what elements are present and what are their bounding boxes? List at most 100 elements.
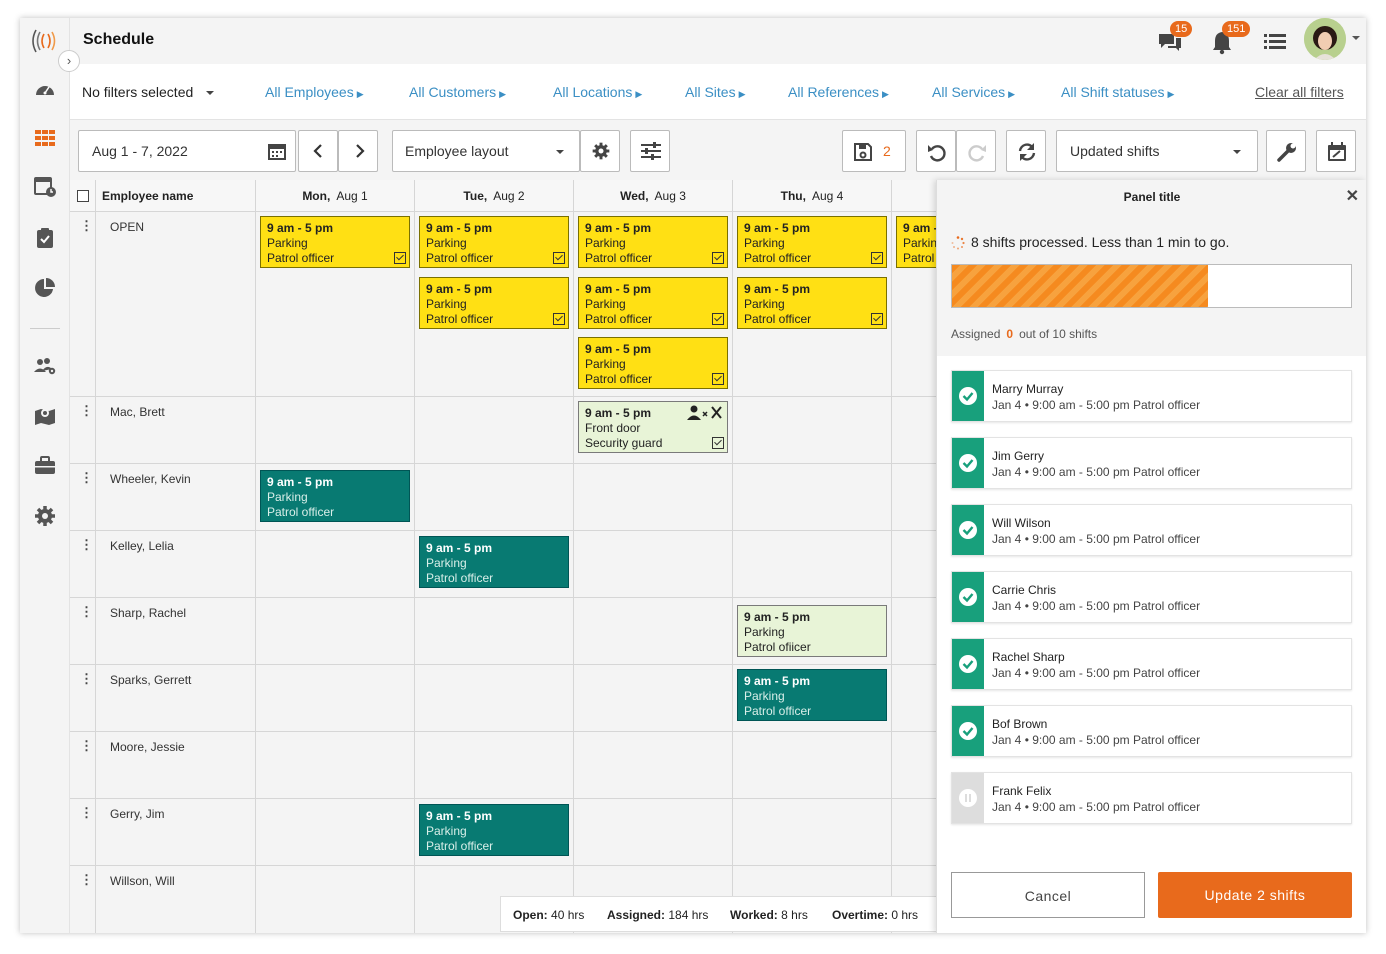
employee-name[interactable]: Sharp, Rachel [110, 606, 186, 620]
shift-time: 9 am - 5 pm [426, 221, 493, 235]
close-icon[interactable]: ✕ [1346, 180, 1359, 214]
shift-checkbox[interactable] [871, 313, 883, 325]
row-menu-icon[interactable]: ⋮ [80, 872, 93, 888]
shift-card-assigned[interactable]: 9 am - 5 pm Parking Patrol officer [419, 536, 569, 588]
shift-checkbox[interactable] [712, 373, 724, 385]
shift-card-pending[interactable]: 9 am - 5 pm Parking Patrol ofiicer [737, 605, 887, 657]
publish-schedule-button[interactable] [1316, 130, 1356, 172]
status-stripe [952, 505, 984, 555]
check-circle-icon [959, 454, 977, 472]
briefcase-icon[interactable] [33, 454, 57, 478]
shift-checkbox[interactable] [712, 437, 724, 449]
undo-button[interactable] [916, 130, 956, 172]
shift-card-assigned[interactable]: 9 am - 5 pm Parking Patrol officer [419, 804, 569, 856]
shift-card-open[interactable]: 9 am - 5 pm Parking Patrol officer [578, 277, 728, 329]
day-header-wed[interactable]: Wed, Aug 3 [574, 180, 733, 212]
caret-right-icon: ▶ [1167, 89, 1175, 99]
refresh-button[interactable] [1006, 130, 1046, 172]
layout-select[interactable]: Employee layout [392, 130, 580, 172]
tools-button[interactable] [1266, 130, 1306, 172]
day-header-thu[interactable]: Thu, Aug 4 [733, 180, 892, 212]
shift-checkbox[interactable] [553, 252, 565, 264]
calendar-clock-icon[interactable] [33, 174, 57, 198]
update-shifts-button[interactable]: Update 2 shifts [1158, 872, 1352, 918]
shift-card-open[interactable]: 9 am - 5 pm Parking Patrol officer [260, 216, 410, 268]
row-menu-icon[interactable]: ⋮ [80, 470, 93, 486]
day-header-mon[interactable]: Mon, Aug 1 [256, 180, 415, 212]
filter-references[interactable]: All References ▶ [788, 84, 889, 100]
unassign-user-icon[interactable] [687, 405, 723, 421]
shift-checkbox[interactable] [712, 252, 724, 264]
shift-card-open[interactable]: 9 am - 5 pm Parking Patrol officer [419, 277, 569, 329]
row-menu-icon[interactable]: ⋮ [80, 218, 93, 234]
schedule-grid-icon[interactable] [33, 126, 57, 150]
select-all-checkbox[interactable] [77, 190, 89, 202]
clipboard-check-icon[interactable] [33, 226, 57, 250]
day-header-tue[interactable]: Tue, Aug 2 [415, 180, 574, 212]
list-icon[interactable] [1261, 28, 1289, 56]
filter-shift-statuses[interactable]: All Shift statuses ▶ [1061, 84, 1174, 100]
pie-chart-icon[interactable] [33, 276, 57, 300]
shift-checkbox[interactable] [553, 313, 565, 325]
shift-card-assigned[interactable]: 9 am - 5 pm Parking Patrol officer [260, 470, 410, 522]
shift-location: Parking [585, 297, 626, 311]
chevron-down-icon[interactable] [1351, 34, 1361, 42]
shift-checkbox[interactable] [712, 313, 724, 325]
page-title: Schedule [83, 31, 155, 48]
grid-line [70, 664, 992, 665]
row-menu-icon[interactable]: ⋮ [80, 738, 93, 754]
adjust-view-button[interactable] [630, 130, 670, 172]
shift-card-open[interactable]: 9 am - 5 pm Parking Patrol officer [419, 216, 569, 268]
shift-card-open[interactable]: 9 am - 5 pm Parking Patrol officer [578, 337, 728, 389]
check-circle-icon [959, 722, 977, 740]
shift-checkbox[interactable] [871, 252, 883, 264]
employee-name[interactable]: Willson, Will [110, 874, 175, 888]
shift-card-open[interactable]: 9 am - 5 pm Parking Patrol officer [578, 216, 728, 268]
prev-week-button[interactable] [298, 130, 338, 172]
employee-name[interactable]: Moore, Jessie [110, 740, 185, 754]
sidebar-collapse-button[interactable]: › [58, 50, 80, 72]
shift-card-open[interactable]: 9 am - 5 pm Parking Patrol officer [737, 277, 887, 329]
employee-name[interactable]: Gerry, Jim [110, 807, 164, 821]
row-menu-icon[interactable]: ⋮ [80, 403, 93, 419]
status-stripe [952, 572, 984, 622]
shift-card-pending[interactable]: 9 am - 5 pm Front door Security guard [578, 401, 728, 453]
employee-name[interactable]: Kelley, Lelia [110, 539, 174, 553]
shift-checkbox[interactable] [394, 252, 406, 264]
row-menu-icon[interactable]: ⋮ [80, 537, 93, 553]
shift-time: 9 am - 5 pm [585, 282, 652, 296]
employee-name-header[interactable]: Employee name [96, 180, 256, 212]
grid-line [70, 597, 992, 598]
filter-locations[interactable]: All Locations ▶ [553, 84, 642, 100]
avatar[interactable] [1304, 18, 1346, 60]
layout-settings-button[interactable] [580, 130, 620, 172]
employee-name[interactable]: OPEN [110, 220, 144, 234]
saved-filters-dropdown[interactable]: No filters selected [82, 84, 215, 100]
row-menu-icon[interactable]: ⋮ [80, 805, 93, 821]
dashboard-icon[interactable] [33, 78, 57, 102]
date-range-picker[interactable]: Aug 1 - 7, 2022 [78, 130, 296, 172]
gear-icon[interactable] [33, 504, 57, 528]
row-menu-icon[interactable]: ⋮ [80, 671, 93, 687]
employee-name[interactable]: Sparks, Gerrett [110, 673, 191, 687]
check-circle-icon [959, 387, 977, 405]
shift-card-assigned[interactable]: 9 am - 5 pm Parking Patrol officer [737, 669, 887, 721]
redo-button[interactable] [956, 130, 996, 172]
users-settings-icon[interactable] [33, 354, 57, 378]
filter-sites[interactable]: All Sites ▶ [685, 84, 746, 100]
filter-services[interactable]: All Services ▶ [932, 84, 1015, 100]
filter-employees[interactable]: All Employees ▶ [265, 84, 364, 100]
employee-name[interactable]: Wheeler, Kevin [110, 472, 191, 486]
cancel-button[interactable]: Cancel [951, 872, 1145, 918]
shift-role: Patrol officer [267, 505, 335, 519]
unsaved-changes-button[interactable]: 2 [842, 130, 906, 172]
updated-shifts-select[interactable]: Updated shifts [1056, 130, 1258, 172]
employee-name[interactable]: Mac, Brett [110, 405, 165, 419]
next-week-button[interactable] [338, 130, 378, 172]
map-pin-icon[interactable] [33, 404, 57, 428]
caret-right-icon: ▶ [635, 89, 643, 99]
shift-card-open[interactable]: 9 am - 5 pm Parking Patrol officer [737, 216, 887, 268]
row-menu-icon[interactable]: ⋮ [80, 604, 93, 620]
clear-filters-link[interactable]: Clear all filters [1255, 84, 1344, 100]
filter-customers[interactable]: All Customers ▶ [409, 84, 506, 100]
